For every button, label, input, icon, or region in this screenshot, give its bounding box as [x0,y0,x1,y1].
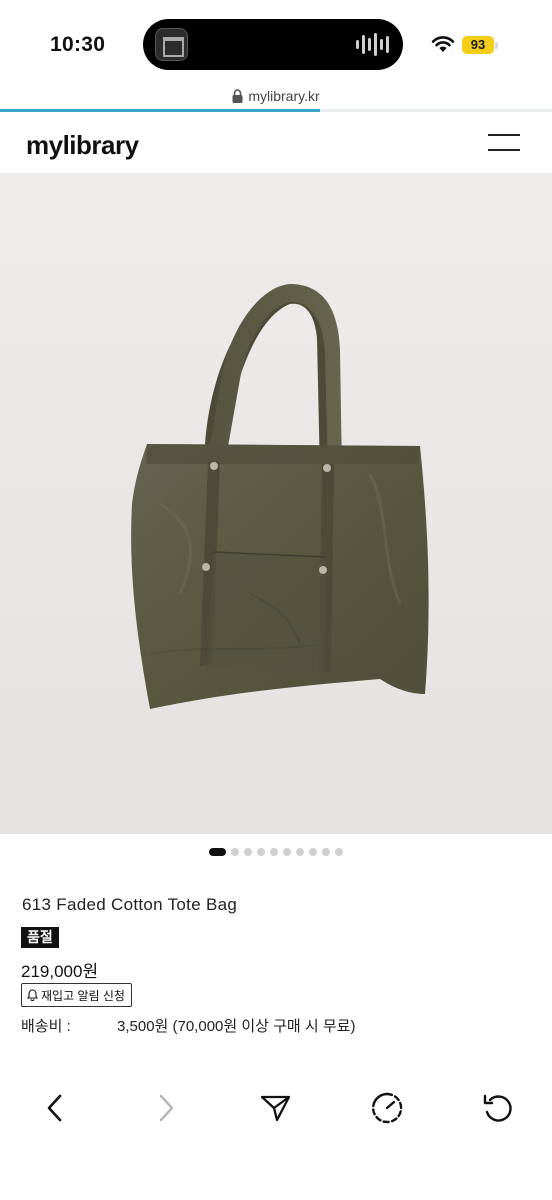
restock-notify-label: 재입고 알림 신청 [41,988,125,1003]
home-indicator [207,1183,345,1188]
tote-bag-illustration [131,284,429,709]
image-pagination [0,847,552,857]
media-thumbnail-icon [155,28,188,61]
site-logo[interactable]: mylibrary [26,130,139,161]
lock-icon [232,89,243,103]
pagination-dot[interactable] [283,848,291,856]
battery-icon: 93 [462,36,494,54]
pagination-dot[interactable] [309,848,317,856]
soldout-badge: 품절 [21,927,59,948]
pagination-dot[interactable] [322,848,330,856]
pagination-dot[interactable] [270,848,278,856]
address-bar[interactable]: mylibrary.kr [0,88,552,110]
back-arrow-icon[interactable] [35,1088,75,1128]
status-bar: 10:30 93 [0,0,552,90]
url-text: mylibrary.kr [248,88,320,104]
shipping-value: 3,500원 (70,000원 이상 구매 시 무료) [117,1018,356,1035]
product-name: 613 Faded Cotton Tote Bag [22,895,238,914]
browser-toolbar [0,1080,552,1136]
pagination-dot[interactable] [335,848,343,856]
product-price: 219,000원 [21,962,99,981]
battery-tip [495,42,498,49]
hamburger-menu-icon[interactable] [488,133,522,153]
status-time: 10:30 [50,33,106,56]
share-send-icon[interactable] [256,1088,296,1128]
reload-icon[interactable] [477,1088,517,1128]
restock-notify-button[interactable]: 재입고 알림 신청 [21,983,132,1007]
pagination-dot[interactable] [231,848,239,856]
wifi-icon [431,36,455,52]
bell-icon [27,989,38,1001]
audio-waveform-icon [356,33,389,56]
pagination-dot[interactable] [296,848,304,856]
dynamic-island[interactable] [143,19,403,70]
shipping-label: 배송비 : [21,1018,71,1035]
speed-dial-icon[interactable] [367,1088,407,1128]
pagination-dot[interactable] [257,848,265,856]
pagination-dot-active[interactable] [209,848,226,856]
site-header: mylibrary [0,112,552,174]
forward-arrow-icon[interactable] [146,1088,186,1128]
pagination-dot[interactable] [244,848,252,856]
product-image[interactable] [0,174,552,834]
